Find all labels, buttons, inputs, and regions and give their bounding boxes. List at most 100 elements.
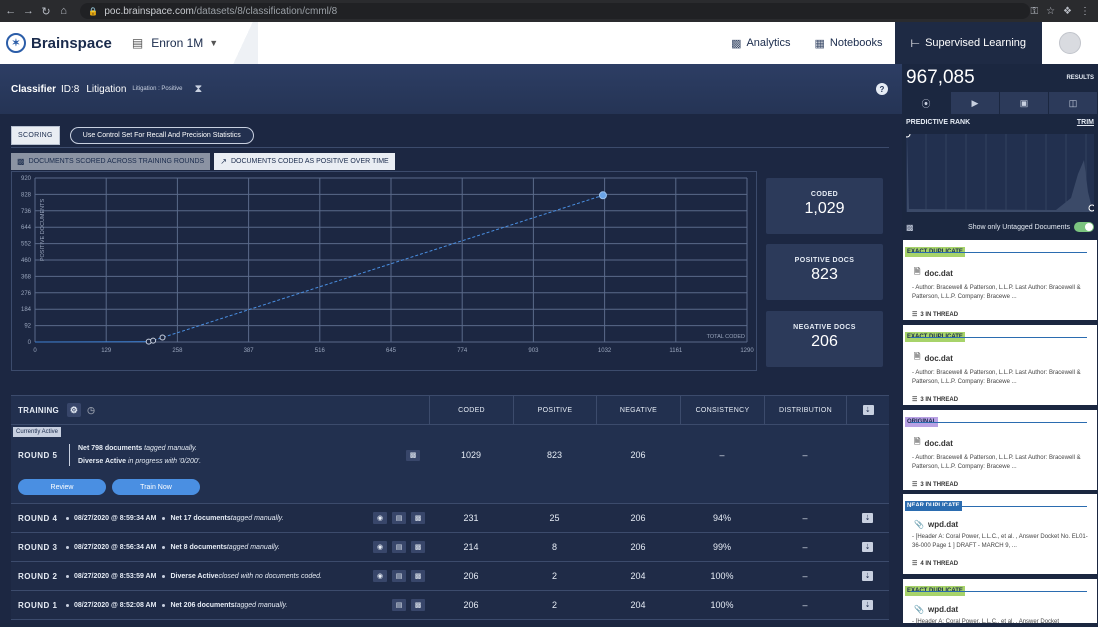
round-positive: 8 bbox=[513, 542, 596, 552]
bar-chart-icon: ▩ bbox=[17, 157, 25, 166]
fingerprint-icon[interactable]: ⦿ bbox=[902, 92, 951, 114]
address-bar[interactable]: 🔒 poc.brainspace.com/datasets/8/classifi… bbox=[80, 3, 1030, 19]
bar-chart-icon[interactable]: ▩ bbox=[411, 599, 425, 611]
user-menu[interactable] bbox=[1042, 22, 1098, 64]
x-axis-label: TOTAL CODED bbox=[707, 334, 745, 340]
round-desc-rest: closed with no documents coded. bbox=[218, 573, 322, 580]
download-icon[interactable]: ⇣ bbox=[862, 600, 873, 610]
download-icon[interactable]: ⇣ bbox=[862, 571, 873, 581]
nav-analytics[interactable]: ▩ Analytics bbox=[719, 22, 802, 64]
file-name[interactable]: wpd.dat bbox=[928, 520, 958, 529]
round-description: Net 798 documents tagged manually. Diver… bbox=[66, 442, 406, 468]
browser-toolbar: ← → ↻ ⌂ 🔒 poc.brainspace.com/datasets/8/… bbox=[0, 0, 1098, 22]
bar-chart-icon[interactable]: ▩ bbox=[411, 512, 425, 524]
file-name[interactable]: doc.dat bbox=[924, 354, 952, 363]
round-negative: 204 bbox=[596, 600, 680, 610]
predictive-rank-chart[interactable] bbox=[906, 134, 1094, 212]
round-name: ROUND 3 bbox=[11, 543, 66, 552]
reload-icon[interactable]: ↻ bbox=[39, 5, 53, 18]
divider bbox=[11, 147, 889, 148]
result-card[interactable]: EXACT DUPLICATE🗎doc.dat- Author: Bracewe… bbox=[903, 240, 1097, 320]
fingerprint-icon[interactable]: ◉ bbox=[373, 541, 387, 553]
stat-coded: CODED 1,029 bbox=[766, 178, 883, 234]
round-positive: 25 bbox=[513, 513, 596, 523]
tab-scored-label: DOCUMENTS SCORED ACROSS TRAINING ROUNDS bbox=[29, 158, 205, 165]
history-icon[interactable]: ◷ bbox=[87, 405, 95, 416]
data-point bbox=[151, 338, 156, 343]
result-card[interactable]: NEAR DUPLICATE📎wpd.dat- [Header A: Coral… bbox=[903, 494, 1097, 574]
tab-scored-across-rounds[interactable]: ▩ DOCUMENTS SCORED ACROSS TRAINING ROUND… bbox=[11, 153, 210, 170]
forward-icon[interactable]: → bbox=[22, 5, 36, 17]
round-info: 08/27/2020 @ 8:53:59 AM Diverse Active cl… bbox=[66, 573, 372, 580]
trim-link[interactable]: TRIM bbox=[1077, 119, 1094, 126]
help-icon[interactable]: ? bbox=[876, 83, 888, 95]
y-tick-label: 460 bbox=[21, 258, 32, 264]
network-icon: ⊢ bbox=[911, 37, 921, 50]
chart-svg: 0129258387516645774903103211611290092184… bbox=[12, 172, 758, 372]
review-button[interactable]: Review bbox=[18, 479, 106, 495]
star-icon[interactable]: ☆ bbox=[1046, 6, 1055, 17]
tag-icon[interactable]: ▤ bbox=[392, 599, 406, 611]
tag-icon[interactable]: ▶ bbox=[951, 92, 1000, 114]
home-icon[interactable]: ⌂ bbox=[57, 5, 71, 17]
gear-icon[interactable]: ⚙ bbox=[67, 403, 81, 417]
tag-icon[interactable]: ▤ bbox=[392, 570, 406, 582]
x-tick-label: 387 bbox=[244, 348, 255, 354]
nav-notebooks[interactable]: ▦ Notebooks bbox=[803, 22, 895, 64]
bar-chart-icon[interactable]: ▩ bbox=[411, 570, 425, 582]
brand-logo[interactable]: ✶ Brainspace bbox=[6, 33, 112, 53]
round-desc-bold: Diverse Active bbox=[170, 573, 218, 580]
train-now-button[interactable]: Train Now bbox=[112, 479, 200, 495]
fingerprint-icon[interactable]: ◉ bbox=[373, 570, 387, 582]
round-positive: 2 bbox=[513, 571, 596, 581]
result-card[interactable]: EXACT DUPLICATE🗎doc.dat- Author: Bracewe… bbox=[903, 325, 1097, 405]
result-card[interactable]: EXACT DUPLICATE📎wpd.dat- [Header A: Cora… bbox=[903, 579, 1097, 623]
tag-icon[interactable]: ▤ bbox=[392, 541, 406, 553]
nav-supervised-learning[interactable]: ⊢ Supervised Learning bbox=[895, 22, 1043, 64]
download-icon[interactable]: ⇣ bbox=[863, 405, 874, 415]
download-icon[interactable]: ⇣ bbox=[862, 542, 873, 552]
table-row: ROUND 208/27/2020 @ 8:53:59 AMDiverse Ac… bbox=[11, 562, 889, 591]
tab-coded-over-time[interactable]: ↗ DOCUMENTS CODED AS POSITIVE OVER TIME bbox=[214, 153, 395, 170]
round-negative: 206 bbox=[596, 513, 680, 523]
file-name[interactable]: doc.dat bbox=[924, 269, 952, 278]
file-icon: 📎 bbox=[914, 520, 924, 529]
back-icon[interactable]: ← bbox=[4, 5, 18, 17]
file-name[interactable]: wpd.dat bbox=[928, 605, 958, 614]
bar-chart-icon[interactable]: ▩ bbox=[906, 223, 914, 232]
tag-icon[interactable]: ⧗ bbox=[194, 83, 202, 96]
untagged-toggle[interactable] bbox=[1074, 222, 1094, 232]
document-icon[interactable]: ▣ bbox=[1000, 92, 1049, 114]
divider bbox=[911, 422, 1087, 423]
y-tick-label: 276 bbox=[21, 291, 32, 297]
round-timestamp: 08/27/2020 @ 8:53:59 AM bbox=[74, 573, 156, 580]
extensions-icon[interactable]: ❖ bbox=[1063, 6, 1072, 17]
table-row: ROUND 408/27/2020 @ 8:59:34 AMNet 17 doc… bbox=[11, 504, 889, 533]
control-set-button[interactable]: Use Control Set For Recall And Precision… bbox=[70, 127, 254, 144]
table-row: ROUND 108/27/2020 @ 8:52:08 AMNet 206 do… bbox=[11, 591, 889, 620]
round-name: ROUND 4 bbox=[11, 514, 66, 523]
thread-count: 4 IN THREAD bbox=[920, 561, 958, 567]
bar-chart-icon[interactable]: ▩ bbox=[411, 541, 425, 553]
download-icon[interactable]: ⇣ bbox=[862, 513, 873, 523]
file-name[interactable]: doc.dat bbox=[924, 439, 952, 448]
fingerprint-icon[interactable]: ◉ bbox=[373, 512, 387, 524]
chevron-down-icon: ▼ bbox=[209, 38, 218, 48]
round-distribution: – bbox=[764, 571, 846, 581]
round-name: ROUND 5 bbox=[11, 451, 66, 460]
result-card[interactable]: ORIGINAL🗎doc.dat- Author: Bracewell & Pa… bbox=[903, 410, 1097, 490]
nav-analytics-label: Analytics bbox=[746, 37, 790, 49]
menu-icon[interactable]: ⋮ bbox=[1080, 6, 1090, 17]
dataset-selector[interactable]: ▤ Enron 1M ▼ bbox=[132, 36, 218, 50]
export-icon[interactable]: ◫ bbox=[1049, 92, 1098, 114]
scoring-tab[interactable]: SCORING bbox=[11, 126, 60, 145]
key-icon[interactable]: ⚿ bbox=[1030, 6, 1038, 17]
header-distribution: DISTRIBUTION bbox=[764, 396, 846, 424]
bar-chart-icon[interactable]: ▩ bbox=[406, 450, 420, 461]
round5-positive: 823 bbox=[513, 450, 596, 460]
header-coded: CODED bbox=[429, 396, 513, 424]
thread-icon: ☰ bbox=[912, 560, 917, 567]
tag-icon[interactable]: ▤ bbox=[392, 512, 406, 524]
file-icon: 📎 bbox=[914, 605, 924, 614]
stat-negative-label: NEGATIVE DOCS bbox=[766, 324, 883, 331]
